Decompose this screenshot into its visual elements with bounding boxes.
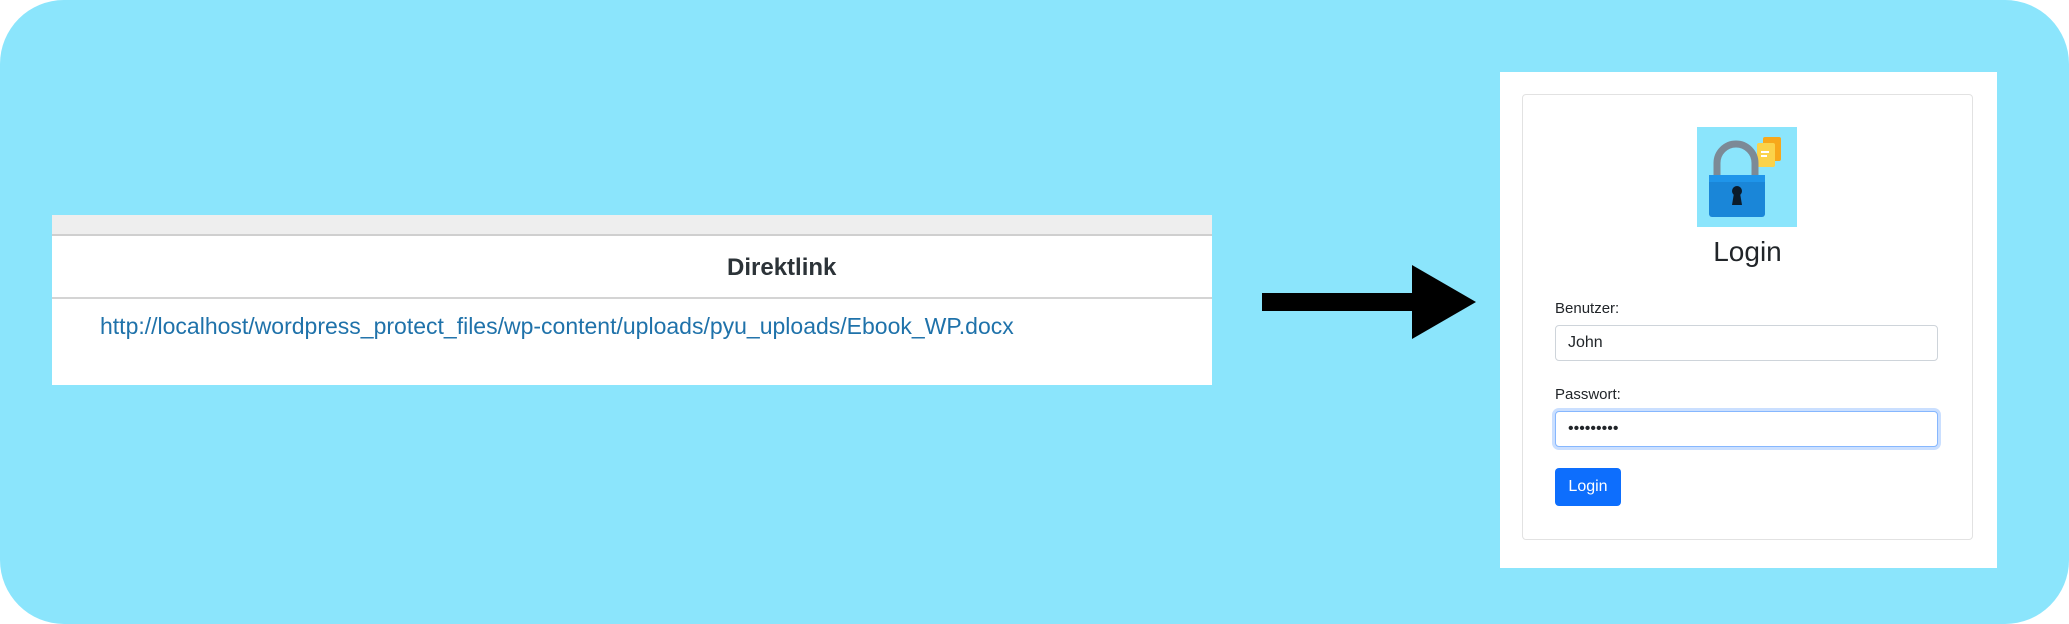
padlock-with-file-icon (1697, 127, 1797, 227)
direct-link-table: Direktlink http://localhost/wordpress_pr… (52, 215, 1212, 385)
right-arrow-icon (1262, 265, 1476, 339)
password-label: Passwort: (1555, 386, 1621, 403)
column-header-direktlink: Direktlink (727, 254, 837, 281)
login-title: Login (1713, 236, 1782, 267)
username-label: Benutzer: (1555, 300, 1620, 317)
login-panel: Login Benutzer: Passwort: Login (1500, 72, 1997, 568)
background-canvas: Direktlink http://localhost/wordpress_pr… (0, 0, 2069, 624)
username-input[interactable] (1555, 325, 1938, 361)
password-input[interactable] (1555, 411, 1938, 447)
table-row: http://localhost/wordpress_protect_files… (52, 299, 1212, 385)
table-header-row: Direktlink (52, 236, 1212, 299)
table-toolbar (52, 215, 1212, 236)
login-card: Login Benutzer: Passwort: Login (1522, 94, 1973, 540)
direct-link[interactable]: http://localhost/wordpress_protect_files… (100, 313, 1014, 340)
login-button[interactable]: Login (1555, 468, 1621, 506)
